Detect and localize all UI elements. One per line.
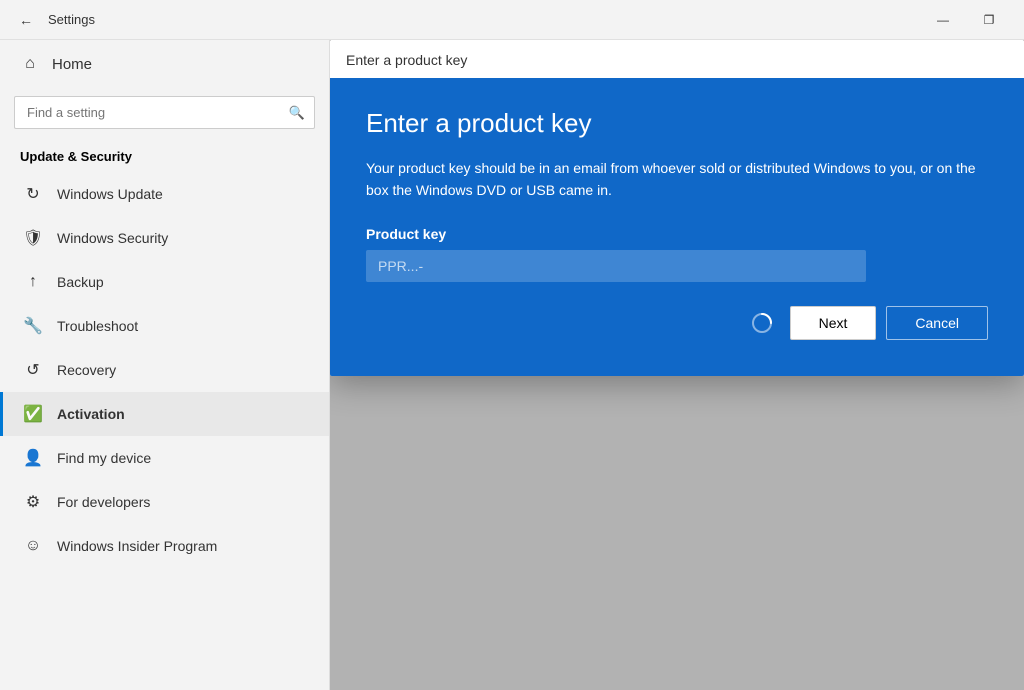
next-button[interactable]: Next — [790, 306, 877, 340]
maximize-button[interactable]: ❐ — [966, 0, 1012, 40]
windows-security-icon: 🛡 — [23, 228, 43, 248]
title-bar: ← Settings — ❐ — [0, 0, 1024, 40]
sidebar-item-backup[interactable]: ↑ Backup — [0, 260, 329, 304]
for-developers-icon: ⚙ — [23, 492, 43, 512]
activation-icon: ✅ — [23, 404, 43, 424]
app-title: Settings — [48, 12, 95, 27]
sidebar-item-windows-insider[interactable]: ☺ Windows Insider Program — [0, 524, 329, 568]
window-controls: — ❐ — [920, 0, 1012, 40]
cancel-button[interactable]: Cancel — [886, 306, 988, 340]
home-label: Home — [52, 56, 92, 73]
modal-body: Enter a product key Your product key sho… — [330, 78, 1024, 376]
troubleshoot-icon: 🔧 — [23, 316, 43, 336]
modal-title-bar: Enter a product key — [330, 40, 1024, 78]
sidebar-item-label: For developers — [57, 494, 150, 510]
search-input[interactable] — [14, 96, 315, 129]
search-icon: 🔍 — [289, 105, 305, 121]
modal-overlay: Enter a product key Enter a product key … — [330, 40, 1024, 690]
find-my-device-icon: 👤 — [23, 448, 43, 468]
sidebar-item-home[interactable]: ⌂ Home — [0, 40, 329, 88]
sidebar-item-label: Windows Update — [57, 186, 163, 202]
backup-icon: ↑ — [23, 272, 43, 292]
section-title: Update & Security — [0, 141, 329, 172]
sidebar-item-activation[interactable]: ✅ Activation — [0, 392, 329, 436]
minimize-button[interactable]: — — [920, 0, 966, 40]
sidebar-item-label: Windows Security — [57, 230, 168, 246]
home-icon: ⌂ — [20, 54, 40, 74]
search-container: 🔍 — [14, 96, 315, 129]
sidebar-item-recovery[interactable]: ↺ Recovery — [0, 348, 329, 392]
modal-footer: Next Cancel — [366, 306, 988, 340]
product-key-label: Product key — [366, 226, 988, 242]
sidebar-item-troubleshoot[interactable]: 🔧 Troubleshoot — [0, 304, 329, 348]
back-button[interactable]: ← — [12, 6, 40, 34]
sidebar-item-label: Backup — [57, 274, 104, 290]
modal-title-text: Enter a product key — [346, 52, 467, 68]
product-key-input[interactable] — [366, 250, 866, 282]
windows-insider-icon: ☺ — [23, 536, 43, 556]
loading-spinner — [750, 311, 774, 335]
sidebar: ⌂ Home 🔍 Update & Security ↻ Windows Upd… — [0, 40, 330, 690]
modal-heading: Enter a product key — [366, 108, 988, 139]
sidebar-item-windows-update[interactable]: ↻ Windows Update — [0, 172, 329, 216]
recovery-icon: ↺ — [23, 360, 43, 380]
sidebar-item-for-developers[interactable]: ⚙ For developers — [0, 480, 329, 524]
sidebar-item-label: Windows Insider Program — [57, 538, 217, 554]
sidebar-item-label: Recovery — [57, 362, 116, 378]
sidebar-item-label: Troubleshoot — [57, 318, 138, 334]
windows-update-icon: ↻ — [23, 184, 43, 204]
modal-description: Your product key should be in an email f… — [366, 157, 988, 202]
sidebar-item-windows-security[interactable]: 🛡 Windows Security — [0, 216, 329, 260]
sidebar-item-label: Activation — [57, 406, 125, 422]
product-key-modal: Enter a product key Enter a product key … — [330, 40, 1024, 376]
sidebar-item-label: Find my device — [57, 450, 151, 466]
content-area: Activation Windows Edition Windows 10 Ho… — [330, 40, 1024, 690]
main-layout: ⌂ Home 🔍 Update & Security ↻ Windows Upd… — [0, 40, 1024, 690]
sidebar-item-find-my-device[interactable]: 👤 Find my device — [0, 436, 329, 480]
